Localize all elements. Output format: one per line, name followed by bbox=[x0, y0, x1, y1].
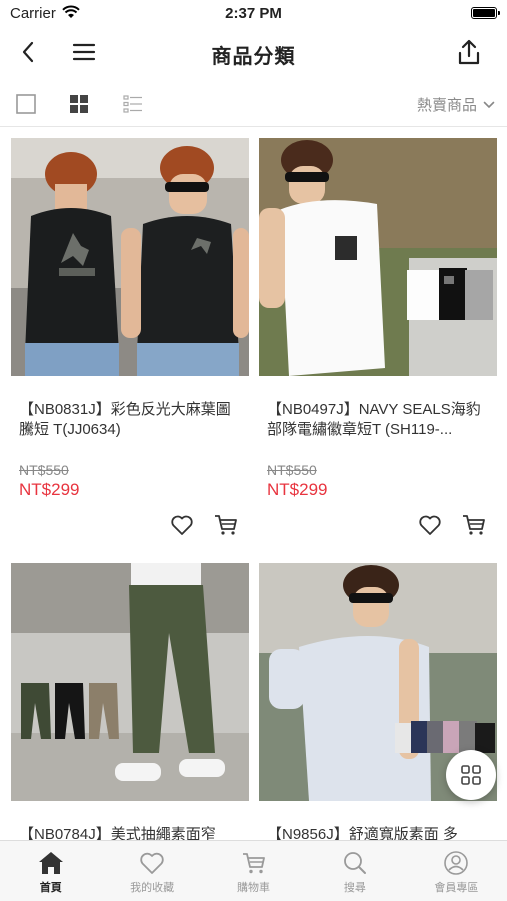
product-card[interactable]: 【NB0497J】NAVY SEALS海豹部隊電繡徽章短T (SH119-...… bbox=[259, 138, 497, 535]
tab-home[interactable]: 首頁 bbox=[0, 841, 101, 901]
product-image[interactable] bbox=[259, 138, 497, 376]
list-view-icon bbox=[123, 95, 142, 113]
tab-cart[interactable]: 購物車 bbox=[203, 841, 304, 901]
product-name[interactable]: 【NB0831J】彩色反光大麻葉圖騰短 T(JJ0634) bbox=[19, 400, 241, 440]
nav-bar: 商品分類 bbox=[0, 28, 507, 76]
home-icon bbox=[38, 852, 63, 874]
tab-label: 搜尋 bbox=[343, 882, 366, 894]
status-bar: Carrier 2:37 PM bbox=[0, 0, 507, 28]
product-card[interactable]: 【N9856J】舒適寬版素面 多 bbox=[259, 563, 497, 840]
product-image[interactable] bbox=[11, 138, 249, 376]
heart-icon bbox=[171, 515, 193, 535]
tab-label: 首頁 bbox=[39, 882, 62, 894]
tab-member[interactable]: 會員專區 bbox=[406, 841, 507, 901]
chevron-down-icon bbox=[483, 101, 495, 108]
sort-label: 熱賣商品 bbox=[416, 97, 477, 114]
product-image[interactable] bbox=[11, 563, 249, 801]
heart-icon bbox=[140, 852, 164, 874]
tab-favorites[interactable]: 我的收藏 bbox=[101, 841, 202, 901]
search-icon bbox=[344, 852, 366, 874]
favorite-button[interactable] bbox=[169, 512, 195, 538]
product-card[interactable]: 【NB0831J】彩色反光大麻葉圖騰短 T(JJ0634) NT$550 NT$… bbox=[11, 138, 249, 535]
product-grid: 【NB0831J】彩色反光大麻葉圖騰短 T(JJ0634) NT$550 NT$… bbox=[0, 127, 507, 840]
product-card[interactable]: 【NB0784J】美式抽繩素面窄 bbox=[11, 563, 249, 840]
tab-label: 購物車 bbox=[237, 882, 271, 894]
add-to-cart-button[interactable] bbox=[213, 512, 239, 538]
grid-view-icon bbox=[70, 95, 88, 113]
product-name[interactable]: 【NB0784J】美式抽繩素面窄 bbox=[19, 825, 241, 840]
share-button[interactable] bbox=[453, 36, 485, 68]
list-view-button[interactable] bbox=[121, 92, 145, 116]
page-title: 商品分類 bbox=[211, 46, 296, 68]
grid-icon bbox=[461, 765, 481, 785]
product-name[interactable]: 【NB0497J】NAVY SEALS海豹部隊電繡徽章短T (SH119-... bbox=[267, 400, 489, 440]
battery-icon bbox=[471, 7, 500, 19]
cart-icon bbox=[463, 515, 485, 535]
add-to-cart-button[interactable] bbox=[461, 512, 487, 538]
tab-search[interactable]: 搜尋 bbox=[304, 841, 405, 901]
product-name[interactable]: 【N9856J】舒適寬版素面 多 bbox=[267, 825, 489, 840]
sort-dropdown[interactable]: 熱賣商品 bbox=[417, 94, 495, 115]
product-price: NT$299 bbox=[19, 480, 80, 499]
tab-label: 會員專區 bbox=[434, 882, 479, 894]
bottom-tab-bar: 首頁 我的收藏 購物車 搜尋 會員專區 bbox=[0, 840, 507, 901]
grid-view-button[interactable] bbox=[67, 92, 91, 116]
cart-icon bbox=[215, 515, 237, 535]
product-original-price: NT$550 bbox=[19, 462, 69, 478]
favorite-button[interactable] bbox=[417, 512, 443, 538]
floating-grid-button[interactable] bbox=[446, 750, 496, 800]
clock: 2:37 PM bbox=[225, 5, 282, 22]
view-toolbar: 熱賣商品 bbox=[0, 80, 507, 127]
product-price: NT$299 bbox=[267, 480, 328, 499]
single-view-button[interactable] bbox=[14, 92, 38, 116]
share-icon bbox=[458, 39, 480, 65]
heart-icon bbox=[419, 515, 441, 535]
single-view-icon bbox=[16, 94, 36, 114]
tab-label: 我的收藏 bbox=[130, 882, 175, 894]
cart-icon bbox=[242, 853, 265, 874]
product-original-price: NT$550 bbox=[267, 462, 317, 478]
user-icon bbox=[444, 851, 469, 875]
